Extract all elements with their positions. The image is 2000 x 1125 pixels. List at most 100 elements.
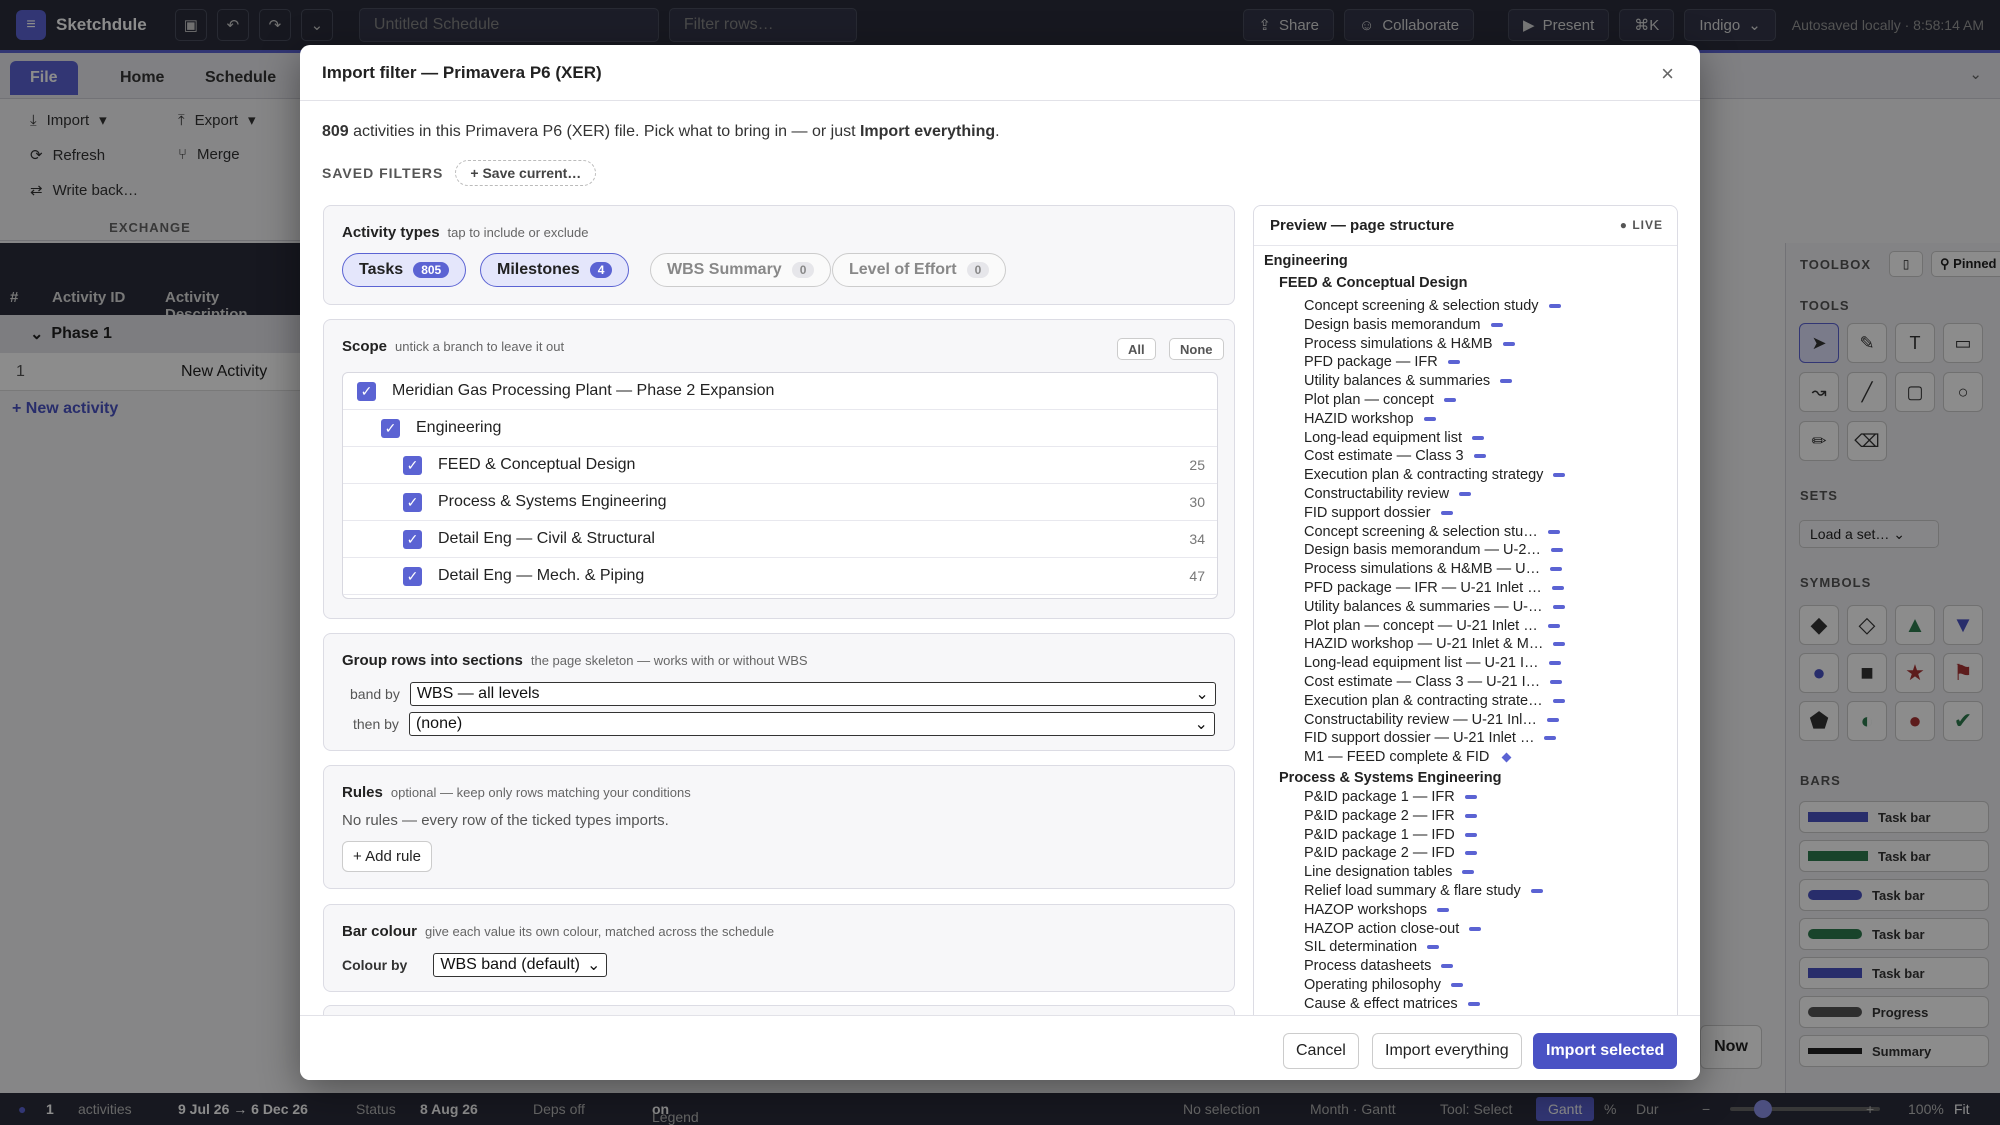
- task-bar-icon: [1441, 964, 1454, 969]
- task-bar-icon: [1500, 379, 1513, 384]
- preview-item: PFD package — IFR — U-21 Inlet …: [1304, 580, 1564, 596]
- preview-item: Utility balances & summaries: [1304, 373, 1513, 389]
- preview-item: HAZOP action close-out: [1304, 921, 1482, 937]
- live-badge: ● LIVE: [1619, 218, 1663, 232]
- preview-item: Concept screening & selection study: [1304, 298, 1561, 314]
- checkbox-checked-icon: ✓: [403, 529, 422, 549]
- task-bar-icon: [1459, 492, 1472, 496]
- activity-types-card: Activity types tap to include or exclude …: [323, 205, 1235, 305]
- scope-tree: ✓ Meridian Gas Processing Plant — Phase 2…: [342, 372, 1218, 599]
- scope-tree-row[interactable]: ✓ Engineering: [343, 410, 1217, 447]
- task-bar-icon: [1553, 473, 1566, 478]
- task-bar-icon: [1472, 435, 1484, 440]
- preview-item: Process simulations & H&MB — U…: [1304, 561, 1563, 577]
- task-bar-icon: [1551, 586, 1564, 590]
- task-bar-icon: [1464, 832, 1477, 837]
- preview-item: Execution plan & contracting strategy: [1304, 467, 1566, 483]
- task-bar-icon: [1550, 680, 1563, 684]
- checkbox-checked-icon: ✓: [381, 418, 400, 438]
- scope-none-button[interactable]: None: [1169, 338, 1224, 360]
- preview-item: SIL determination: [1304, 939, 1440, 955]
- task-bar-icon: [1467, 1001, 1480, 1006]
- preview-item: Constructability review: [1304, 486, 1472, 502]
- task-bar-icon: [1502, 341, 1515, 346]
- import-filter-dialog: Import filter — Primavera P6 (XER) × 809…: [300, 45, 1700, 1080]
- preview-item: FID support dossier: [1304, 505, 1453, 521]
- scope-tree-row[interactable]: ✓ FEED & Conceptual Design 25: [343, 447, 1217, 484]
- preview-item: P&ID package 2 — IFD: [1304, 845, 1477, 861]
- task-bar-icon: [1548, 661, 1561, 666]
- milestone-diamond-icon: [1501, 752, 1512, 763]
- chip-tasks[interactable]: Tasks 805: [342, 253, 467, 287]
- bar-colour-card: Bar colour give each value its own colour…: [323, 904, 1235, 992]
- preview-item: Operating philosophy: [1304, 977, 1464, 993]
- preview-item: Long-lead equipment list — U-21 I…: [1304, 655, 1561, 671]
- chip-wbs-summary[interactable]: WBS Summary 0: [650, 253, 832, 287]
- scope-tree-row[interactable]: ✓ Detail Eng — Civil & Structural 34: [343, 521, 1217, 558]
- task-bar-icon: [1469, 926, 1482, 931]
- preview-item: HAZID workshop — U-21 Inlet & M…: [1304, 636, 1566, 652]
- then-by-select[interactable]: (none) ⌄: [408, 712, 1215, 736]
- preview-item: Cost estimate — Class 3 — U-21 I…: [1304, 674, 1563, 690]
- task-bar-icon: [1451, 983, 1464, 987]
- preview-item: Relief load summary & flare study: [1304, 883, 1543, 899]
- band-by-select[interactable]: WBS — all levels ⌄: [409, 682, 1216, 706]
- task-bar-icon: [1547, 623, 1560, 628]
- checkbox-checked-icon: ✓: [403, 455, 422, 475]
- task-bar-icon: [1447, 360, 1460, 365]
- task-bar-icon: [1464, 795, 1477, 799]
- task-bar-icon: [1544, 736, 1557, 741]
- preview-item: P&ID package 2 — IFR: [1304, 808, 1477, 824]
- preview-item: Utility balances & summaries — U-…: [1304, 599, 1565, 615]
- preview-item: P&ID package 1 — IFD: [1304, 827, 1477, 843]
- preview-item: FID support dossier — U-21 Inlet …: [1304, 730, 1557, 746]
- group-rows-card: Group rows into sections the page skeleto…: [323, 633, 1235, 751]
- preview-panel: Preview — page structure ● LIVE Engineer…: [1253, 205, 1678, 1070]
- task-bar-icon: [1464, 813, 1477, 818]
- import-everything-button[interactable]: Import everything: [1372, 1033, 1522, 1069]
- task-bar-icon: [1546, 717, 1559, 722]
- task-bar-icon: [1490, 322, 1503, 327]
- chip-milestones[interactable]: Milestones 4: [480, 253, 630, 287]
- task-bar-icon: [1440, 510, 1453, 515]
- preview-item: P&ID package 1 — IFR: [1304, 789, 1477, 805]
- add-rule-button[interactable]: + Add rule: [342, 841, 432, 872]
- scope-all-button[interactable]: All: [1117, 338, 1156, 360]
- dialog-footer: Cancel Import everything Import selected: [300, 1015, 1700, 1080]
- preview-root: Engineering: [1264, 253, 1348, 269]
- intro-text: 809 activities in this Primavera P6 (XER…: [322, 123, 1000, 140]
- task-bar-icon: [1437, 907, 1450, 912]
- preview-item: Plot plan — concept: [1304, 392, 1456, 408]
- task-bar-icon: [1550, 548, 1563, 553]
- import-selected-button[interactable]: Import selected: [1533, 1033, 1678, 1069]
- checkbox-checked-icon: ✓: [403, 492, 422, 512]
- task-bar-icon: [1423, 416, 1436, 421]
- preview-item: Constructability review — U-21 Inl…: [1304, 712, 1559, 728]
- task-bar-icon: [1464, 851, 1477, 856]
- preview-item: M1 — FEED complete & FID: [1304, 749, 1512, 765]
- scope-tree-row[interactable]: ✓ Process & Systems Engineering 30: [343, 484, 1217, 521]
- preview-item: Cause & effect matrices: [1304, 996, 1480, 1012]
- preview-item: Design basis memorandum — U-2…: [1304, 542, 1563, 558]
- colour-by-select[interactable]: WBS band (default) ⌄: [433, 953, 608, 977]
- scope-tree-row[interactable]: ✓ Detail Eng — Mech. & Piping 47: [343, 558, 1217, 595]
- preview-group: FEED & Conceptual Design: [1279, 275, 1468, 291]
- preview-item: Execution plan & contracting strate…: [1304, 693, 1565, 709]
- task-bar-icon: [1462, 870, 1475, 875]
- rules-card: Rules optional — keep only rows matching …: [323, 765, 1235, 889]
- scope-tree-row[interactable]: ✓ Meridian Gas Processing Plant — Phase 2…: [343, 373, 1217, 410]
- chip-level-of-effort[interactable]: Level of Effort 0: [832, 253, 1007, 287]
- cancel-button[interactable]: Cancel: [1283, 1033, 1359, 1069]
- preview-tree: Engineering FEED & Conceptual Design Con…: [1254, 246, 1677, 1069]
- preview-title: Preview — page structure: [1254, 206, 1677, 246]
- preview-item: Process simulations & H&MB: [1304, 336, 1515, 352]
- chevron-down-icon: ⌄: [586, 957, 601, 974]
- preview-item: HAZOP workshops: [1304, 902, 1450, 918]
- save-current-button[interactable]: + Save current…: [455, 160, 597, 186]
- preview-item: HAZID workshop: [1304, 411, 1436, 427]
- rules-empty-text: No rules — every row of the ticked types…: [342, 812, 669, 829]
- task-bar-icon: [1443, 398, 1456, 402]
- task-bar-icon: [1427, 945, 1440, 950]
- task-bar-icon: [1552, 604, 1565, 609]
- close-icon[interactable]: ×: [1661, 61, 1674, 87]
